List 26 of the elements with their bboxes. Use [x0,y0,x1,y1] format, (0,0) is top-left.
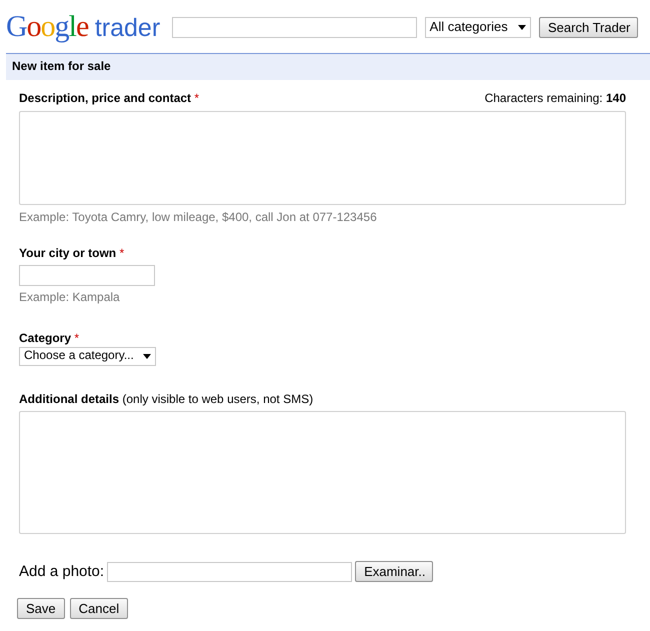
field-label: Description, price and contact * [19,90,200,106]
save-button[interactable]: Save [17,598,65,620]
hint-text: Example: Kampala [19,290,121,306]
photo-label: Add a photo: [19,562,104,582]
search-field[interactable] [172,16,417,38]
description-field[interactable] [19,111,626,206]
dropdown-arrow-icon [143,354,151,359]
city-field[interactable] [19,265,155,286]
hint-text: Example: Toyota Camry, low mileage, $400, call Jon at 077-123456 [19,210,378,226]
required-mark: * [119,246,124,260]
field-label: Your city or town * [19,246,126,262]
cancel-button[interactable]: Cancel [70,598,128,620]
required-mark: * [194,90,200,105]
characters-remaining: Characters remaining: 140 [484,90,626,106]
field-label: Additional details (only visible to web users, not SMS) [19,392,314,408]
section-title: New item for sale [12,59,111,73]
search-button[interactable]: Search Trader [539,16,638,38]
browse-button[interactable]: Examinar.. [355,561,434,582]
field-label: Category * [19,330,80,347]
category-dropdown[interactable]: Choose a category... [19,346,156,366]
required-mark: * [74,330,80,345]
logo[interactable]: Google trader [6,12,160,42]
category-select[interactable]: All categories [424,16,531,38]
additional-details-field[interactable] [19,411,626,534]
file-path-field[interactable] [107,562,352,582]
dropdown-arrow-icon [518,24,526,30]
